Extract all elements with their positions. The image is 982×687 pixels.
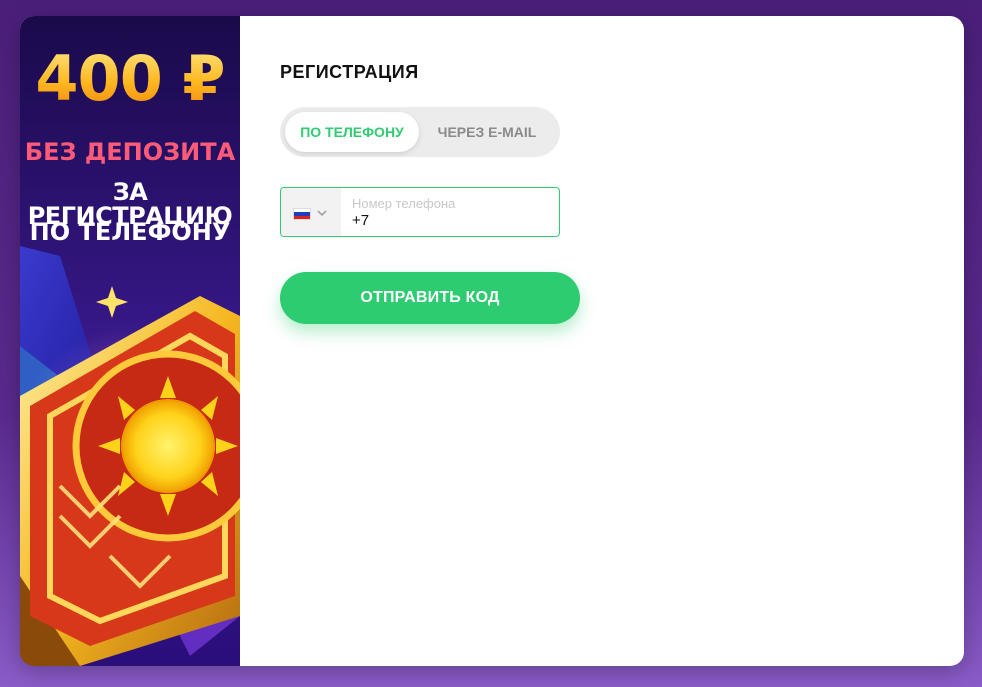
bonus-amount: 400 ₽: [20, 48, 240, 110]
bonus-subtitle-no-deposit: БЕЗ ДЕПОЗИТА: [24, 138, 236, 166]
tab-by-phone[interactable]: ПО ТЕЛЕФОНУ: [285, 112, 419, 152]
bonus-subtitle-phone: ПО ТЕЛЕФОНУ: [29, 218, 231, 246]
chevron-down-icon: [317, 210, 327, 217]
registration-form: РЕГИСТРАЦИЯ ПО ТЕЛЕФОНУ ЧЕРЕЗ E-MAIL Ном…: [240, 16, 964, 666]
phone-field[interactable]: Номер телефона +7: [280, 187, 560, 237]
send-code-button[interactable]: ОТПРАВИТЬ КОД: [280, 272, 580, 324]
phone-input[interactable]: +7: [352, 212, 369, 229]
russia-flag-icon: [293, 208, 311, 220]
phone-placeholder: Номер телефона: [352, 196, 456, 211]
registration-method-tabs: ПО ТЕЛЕФОНУ ЧЕРЕЗ E-MAIL: [280, 107, 560, 157]
form-title: РЕГИСТРАЦИЯ: [280, 62, 419, 82]
country-selector[interactable]: [281, 188, 341, 236]
tab-by-email[interactable]: ЧЕРЕЗ E-MAIL: [420, 112, 554, 152]
promo-banner: 400 ₽ БЕЗ ДЕПОЗИТА ЗА РЕГИСТРАЦИЮ ПО ТЕЛ…: [20, 16, 240, 666]
registration-modal: 400 ₽ БЕЗ ДЕПОЗИТА ЗА РЕГИСТРАЦИЮ ПО ТЕЛ…: [20, 16, 964, 666]
